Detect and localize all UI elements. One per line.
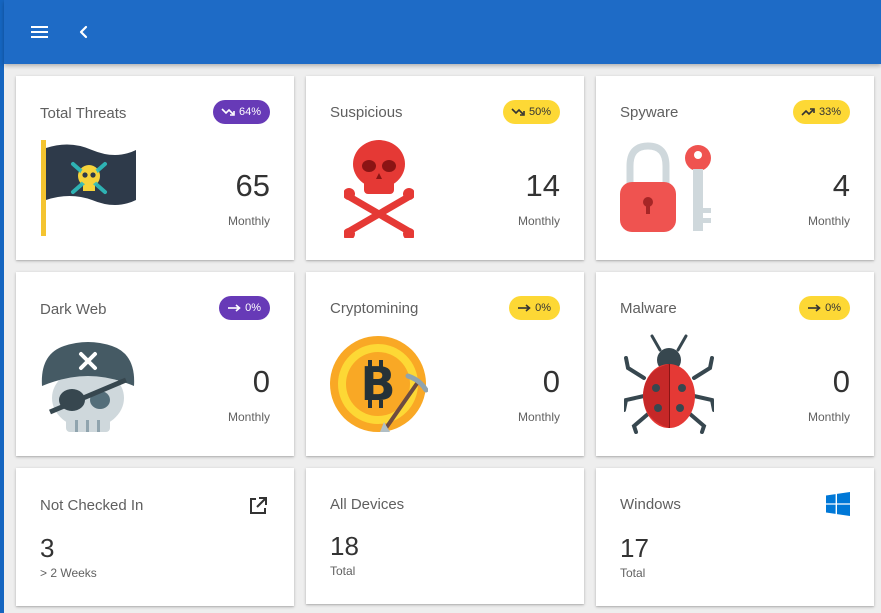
badge-label: 0%	[535, 302, 551, 314]
card-title: All Devices	[330, 496, 405, 513]
cryptomining-card[interactable]: Cryptomining 0% B 0 Monthly	[306, 272, 584, 456]
trending-flat-icon	[518, 304, 531, 312]
malware-card[interactable]: Malware 0% 0 Monthly	[596, 272, 874, 456]
trending-down-icon	[221, 108, 235, 116]
card-title: Dark Web	[40, 301, 107, 318]
svg-text:B: B	[360, 357, 395, 411]
threat-count: 0	[252, 364, 270, 399]
total-threats-card[interactable]: Total Threats 64% 65 Monthly	[16, 76, 294, 260]
card-title: Cryptomining	[330, 300, 419, 317]
trend-badge: 0%	[219, 296, 270, 320]
trend-badge: 0%	[799, 296, 850, 320]
bitcoin-pickaxe-icon: B	[330, 336, 429, 439]
open-in-new-icon[interactable]	[248, 496, 268, 516]
stat-value: 3	[40, 533, 55, 563]
period-label: Monthly	[227, 214, 270, 228]
bug-icon	[622, 334, 716, 439]
badge-label: 0%	[245, 302, 261, 314]
threat-count: 0	[832, 364, 850, 399]
stat-value: 17	[620, 533, 649, 563]
badge-label: 50%	[528, 106, 551, 118]
pirate-skull-icon	[40, 336, 136, 439]
period-label: Monthly	[807, 410, 850, 424]
trend-badge: 33%	[792, 100, 850, 124]
chevron-left-icon[interactable]	[76, 22, 92, 42]
trend-badge: 50%	[502, 100, 560, 124]
period-label: Monthly	[517, 214, 560, 228]
left-edge	[0, 0, 4, 613]
period-label: Monthly	[807, 214, 850, 228]
stat-subtext: > 2 Weeks	[40, 566, 97, 580]
app-bar	[4, 0, 881, 64]
dark-web-card[interactable]: Dark Web 0% 0 Monthly	[16, 272, 294, 456]
card-title: Not Checked In	[40, 497, 144, 514]
not-checked-in-card[interactable]: Not Checked In 3 > 2 Weeks	[16, 468, 294, 606]
spyware-card[interactable]: Spyware 33% 4 Monthly	[596, 76, 874, 260]
windows-logo-icon	[826, 492, 850, 516]
card-title: Malware	[620, 300, 677, 317]
period-label: Monthly	[517, 410, 560, 424]
trend-badge: 64%	[212, 100, 270, 124]
trending-down-icon	[511, 108, 525, 116]
card-title: Total Threats	[40, 105, 127, 122]
stat-value: 18	[330, 531, 359, 561]
pirate-flag-icon	[40, 140, 140, 245]
threat-count: 65	[235, 168, 270, 203]
suspicious-card[interactable]: Suspicious 50% 14 Monthly	[306, 76, 584, 260]
trending-flat-icon	[228, 304, 241, 312]
trend-badge: 0%	[509, 296, 560, 320]
lock-key-icon	[620, 142, 720, 243]
stat-subtext: Total	[330, 564, 356, 578]
skull-crossbones-icon	[343, 140, 415, 243]
stat-subtext: Total	[620, 566, 646, 580]
threat-count: 14	[525, 168, 560, 203]
card-title: Spyware	[620, 104, 679, 121]
windows-card[interactable]: Windows 17 Total	[596, 468, 874, 606]
card-title: Suspicious	[330, 104, 403, 121]
threat-count: 4	[832, 168, 850, 203]
badge-label: 64%	[238, 106, 261, 118]
all-devices-card[interactable]: All Devices 18 Total	[306, 468, 584, 604]
threat-count: 0	[542, 364, 560, 399]
card-title: Windows	[620, 496, 681, 513]
trending-flat-icon	[808, 304, 821, 312]
badge-label: 0%	[825, 302, 841, 314]
period-label: Monthly	[227, 410, 270, 424]
badge-label: 33%	[818, 106, 841, 118]
trending-up-icon	[801, 108, 815, 116]
menu-icon[interactable]	[30, 22, 50, 42]
